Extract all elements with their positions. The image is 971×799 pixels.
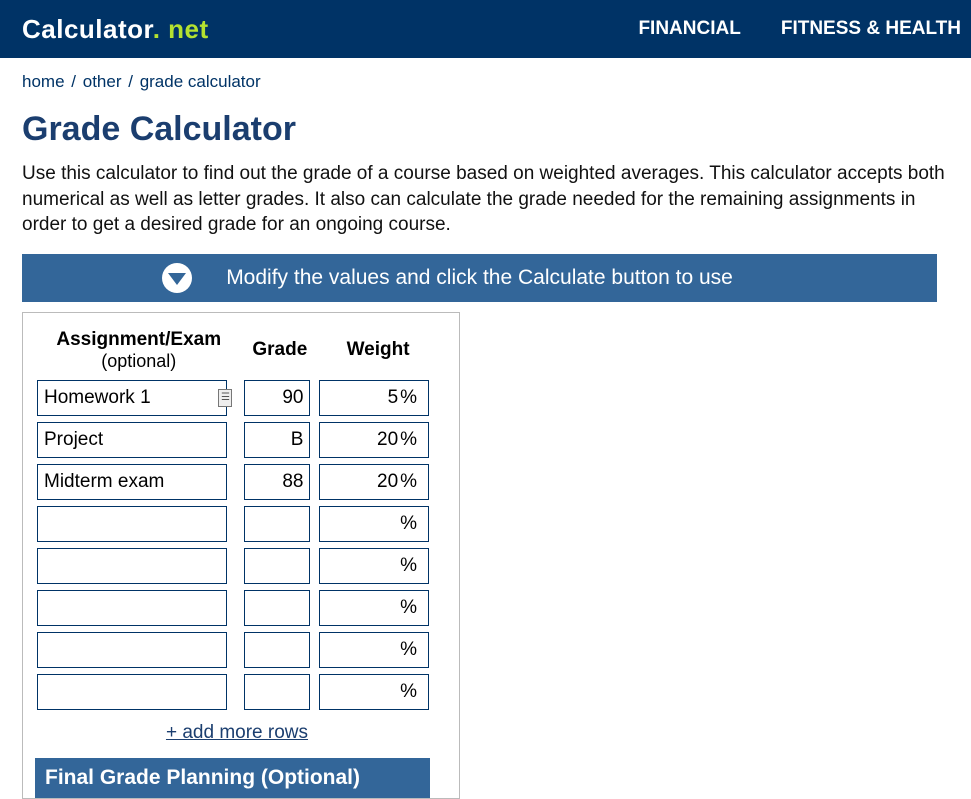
table-row: % xyxy=(37,590,437,626)
percent-symbol: % xyxy=(400,513,423,535)
percent-symbol: % xyxy=(400,387,423,409)
percent-symbol: % xyxy=(400,429,423,451)
table-row: % xyxy=(37,422,437,458)
weight-input[interactable] xyxy=(320,387,400,409)
percent-symbol: % xyxy=(400,471,423,493)
grade-input[interactable] xyxy=(244,590,310,626)
weight-input[interactable] xyxy=(320,513,400,535)
breadcrumb-sep: / xyxy=(69,72,78,91)
table-row: % xyxy=(37,674,437,710)
instruction-text: Modify the values and click the Calculat… xyxy=(226,266,733,290)
logo-main: Calculator xyxy=(22,14,153,44)
breadcrumb-current[interactable]: grade calculator xyxy=(140,72,261,91)
table-row: % xyxy=(37,506,437,542)
page-title: Grade Calculator xyxy=(22,110,949,149)
assignment-name-input[interactable] xyxy=(37,422,227,458)
assignment-name-input[interactable] xyxy=(37,632,227,668)
calculator-panel: Assignment/Exam (optional) Grade Weight … xyxy=(22,312,460,799)
contact-card-icon[interactable]: ☰ xyxy=(218,389,232,407)
grade-table: Assignment/Exam (optional) Grade Weight … xyxy=(33,323,441,716)
grade-input[interactable] xyxy=(244,380,310,416)
table-row: % xyxy=(37,548,437,584)
weight-input[interactable] xyxy=(320,429,400,451)
assignment-name-input[interactable] xyxy=(37,464,227,500)
instruction-bar: Modify the values and click the Calculat… xyxy=(22,254,937,302)
grade-input[interactable] xyxy=(244,674,310,710)
nav-fitness-health[interactable]: FITNESS & HEALTH xyxy=(781,18,961,40)
table-row: % xyxy=(37,464,437,500)
weight-input[interactable] xyxy=(320,597,400,619)
add-more-rows-link[interactable]: + add more rows xyxy=(166,722,308,743)
weight-input[interactable] xyxy=(320,555,400,577)
site-header: Calculator. net FINANCIAL FITNESS & HEAL… xyxy=(0,0,971,58)
weight-input[interactable] xyxy=(320,639,400,661)
breadcrumb-home[interactable]: home xyxy=(22,72,65,91)
grade-input[interactable] xyxy=(244,632,310,668)
percent-symbol: % xyxy=(400,555,423,577)
weight-input[interactable] xyxy=(320,681,400,703)
col-header-assignment: Assignment/Exam (optional) xyxy=(37,329,240,374)
breadcrumb-other[interactable]: other xyxy=(83,72,122,91)
chevron-down-icon[interactable] xyxy=(162,263,192,293)
table-row: % xyxy=(37,632,437,668)
logo-net: net xyxy=(160,14,208,44)
site-logo[interactable]: Calculator. net xyxy=(22,14,209,45)
final-grade-planning-header: Final Grade Planning (Optional) xyxy=(35,758,430,798)
breadcrumb-sep: / xyxy=(126,72,135,91)
percent-symbol: % xyxy=(400,639,423,661)
assignment-name-input[interactable] xyxy=(37,380,227,416)
grade-input[interactable] xyxy=(244,506,310,542)
main-nav: FINANCIAL FITNESS & HEALTH xyxy=(638,18,961,40)
assignment-name-input[interactable] xyxy=(37,590,227,626)
assignment-name-input[interactable] xyxy=(37,548,227,584)
assignment-name-input[interactable] xyxy=(37,674,227,710)
percent-symbol: % xyxy=(400,597,423,619)
col-header-grade: Grade xyxy=(244,329,315,374)
breadcrumb: home / other / grade calculator xyxy=(22,68,949,100)
assignment-name-input[interactable] xyxy=(37,506,227,542)
nav-financial[interactable]: FINANCIAL xyxy=(638,18,740,40)
grade-input[interactable] xyxy=(244,422,310,458)
intro-text: Use this calculator to find out the grad… xyxy=(22,161,949,238)
col-header-weight: Weight xyxy=(319,329,437,374)
grade-input[interactable] xyxy=(244,548,310,584)
grade-input[interactable] xyxy=(244,464,310,500)
percent-symbol: % xyxy=(400,681,423,703)
weight-input[interactable] xyxy=(320,471,400,493)
table-row: ☰% xyxy=(37,380,437,416)
